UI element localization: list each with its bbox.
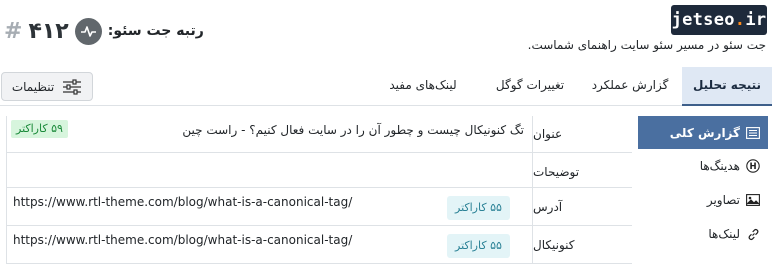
- tabs-bar: نتیجه تحلیل گزارش عملکرد تغییرات گوگل لی…: [0, 63, 772, 106]
- jetseo-logo[interactable]: jetseo.ir: [671, 5, 767, 35]
- row-label: کنونیکال: [532, 226, 632, 263]
- logo-dot: .: [734, 10, 746, 30]
- settings-label: تنظیمات: [11, 79, 55, 94]
- seo-rank: # ۴۱۲ رتبه جت سئو:: [4, 16, 204, 46]
- char-count-badge: ۵۵ کاراکتر: [447, 234, 510, 258]
- sidenav-label: لینک‌ها: [708, 227, 740, 241]
- row-label: آدرس: [532, 188, 632, 225]
- sidenav-label: هدینگ‌ها: [699, 159, 740, 173]
- row-value: تگ کنونیکال چیست و چطور آن را در سایت فع…: [182, 123, 524, 137]
- table-row-title: عنوان تگ کنونیکال چیست و چطور آن را در س…: [7, 116, 632, 153]
- report-sidenav: گزارش کلی H هدینگ‌ها تصاویر لینک‌ها: [638, 116, 768, 251]
- page-subtitle: جت سئو در مسیر سئو سایت راهنمای شماست.: [527, 38, 766, 52]
- svg-text:H: H: [749, 162, 756, 172]
- char-count-badge: ۵۹ کاراکتر: [11, 120, 68, 138]
- tab-performance-report[interactable]: گزارش عملکرد: [585, 67, 675, 104]
- rank-title: رتبه جت سئو:: [107, 23, 204, 39]
- tab-google-changes[interactable]: تغییرات گوگل: [480, 67, 580, 104]
- row-value: https://www.rtl-theme.com/blog/what-is-a…: [13, 233, 353, 247]
- rank-hash: #: [4, 18, 23, 44]
- rank-value: ۴۱۲: [28, 18, 69, 44]
- row-content: [7, 153, 532, 187]
- row-value: https://www.rtl-theme.com/blog/what-is-a…: [13, 195, 353, 209]
- list-icon: [746, 126, 760, 140]
- image-icon: [746, 193, 760, 207]
- table-row-canonical: کنونیکال https://www.rtl-theme.com/blog/…: [7, 226, 632, 264]
- row-label: عنوان: [532, 116, 632, 152]
- tab-useful-links[interactable]: لینک‌های مفید: [370, 67, 476, 104]
- char-count-badge: ۵۵ کاراکتر: [447, 196, 510, 220]
- row-content: https://www.rtl-theme.com/blog/what-is-a…: [7, 188, 532, 225]
- logo-text: jetseo: [671, 10, 735, 30]
- report-table: عنوان تگ کنونیکال چیست و چطور آن را در س…: [6, 116, 632, 264]
- row-content: تگ کنونیکال چیست و چطور آن را در سایت فع…: [7, 116, 532, 152]
- tab-analysis-result[interactable]: نتیجه تحلیل: [682, 67, 772, 106]
- table-row-url: آدرس https://www.rtl-theme.com/blog/what…: [7, 188, 632, 226]
- sidenav-label: تصاویر: [706, 193, 740, 207]
- pulse-icon: [74, 17, 102, 45]
- heading-icon: H: [746, 159, 760, 173]
- sidenav-item-headings[interactable]: H هدینگ‌ها: [638, 149, 768, 183]
- table-row-description: توضیحات: [7, 153, 632, 188]
- logo-tld: ir: [745, 10, 767, 30]
- row-label: توضیحات: [532, 153, 632, 187]
- sidenav-label: گزارش کلی: [669, 125, 740, 140]
- sidenav-item-links[interactable]: لینک‌ها: [638, 217, 768, 251]
- settings-button[interactable]: تنظیمات: [1, 72, 93, 101]
- link-icon: [746, 227, 760, 241]
- sliders-icon: [62, 78, 82, 95]
- sidenav-item-general-report[interactable]: گزارش کلی: [638, 116, 768, 149]
- row-content: https://www.rtl-theme.com/blog/what-is-a…: [7, 226, 532, 263]
- sidenav-item-images[interactable]: تصاویر: [638, 183, 768, 217]
